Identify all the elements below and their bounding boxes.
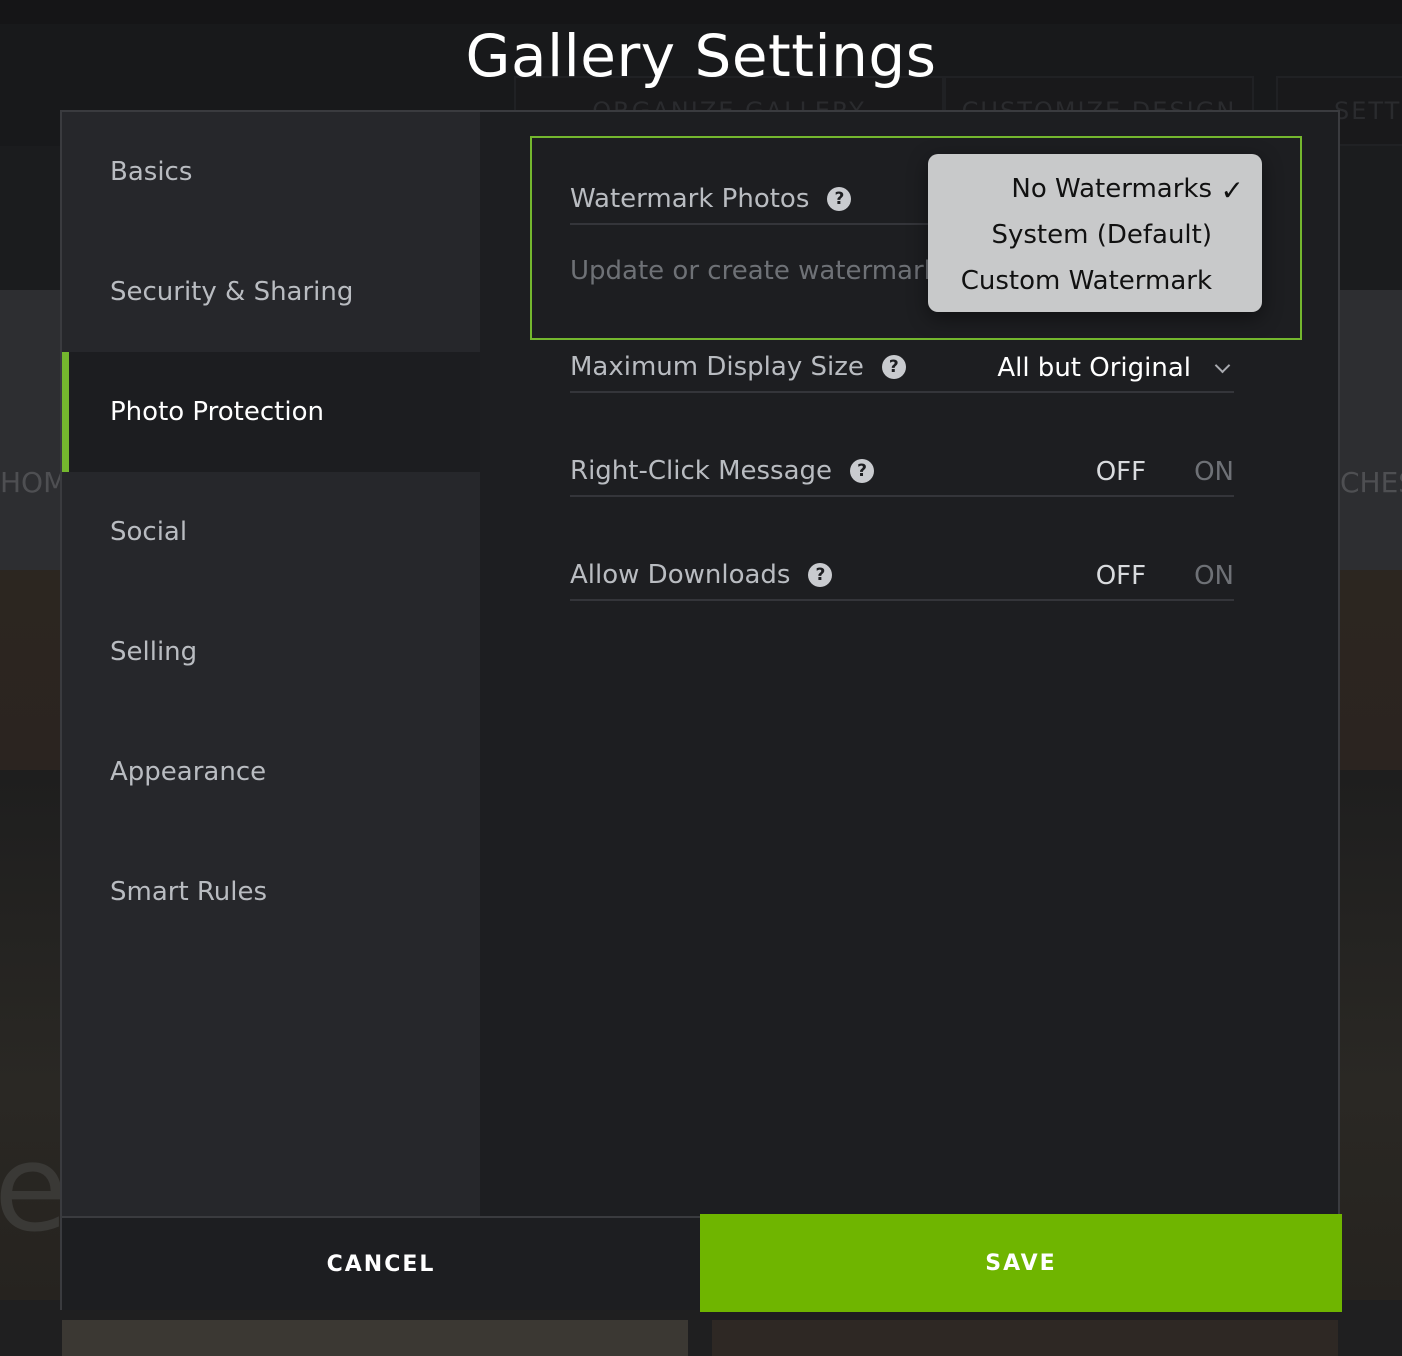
- display-size-select[interactable]: All but Original: [997, 343, 1234, 393]
- sidebar-item-label: Basics: [110, 157, 193, 187]
- toggle-off-option[interactable]: OFF: [1096, 457, 1146, 487]
- toggle-on-option[interactable]: ON: [1194, 561, 1234, 591]
- display-size-row: Maximum Display Size ? All but Original: [570, 343, 1234, 393]
- sidebar-item-social[interactable]: Social: [62, 472, 480, 592]
- save-button[interactable]: SAVE: [700, 1214, 1342, 1312]
- chevron-down-icon: [1214, 357, 1231, 373]
- bg-thumbnail: [62, 1320, 688, 1356]
- sidebar-item-photo-protection[interactable]: Photo Protection: [62, 352, 480, 472]
- modal-footer: CANCEL SAVE: [62, 1214, 1342, 1312]
- sidebar-item-label: Selling: [110, 637, 198, 667]
- downloads-label: Allow Downloads: [570, 560, 791, 590]
- sidebar-item-security-sharing[interactable]: Security & Sharing: [62, 232, 480, 352]
- bg-top-bar: [0, 0, 1402, 24]
- watermark-label: Watermark Photos: [570, 184, 810, 214]
- gallery-settings-modal: Basics Security & Sharing Photo Protecti…: [60, 110, 1342, 1312]
- dropdown-option-custom-watermark[interactable]: Custom Watermark: [928, 258, 1262, 304]
- cancel-button[interactable]: CANCEL: [62, 1216, 700, 1310]
- dropdown-option-system-default[interactable]: System (Default): [928, 212, 1262, 258]
- sidebar-item-label: Appearance: [110, 757, 267, 787]
- sidebar-item-label: Smart Rules: [110, 877, 268, 907]
- dropdown-option-label: No Watermarks: [1011, 174, 1212, 204]
- dropdown-option-no-watermarks[interactable]: No Watermarks ✓: [928, 166, 1262, 212]
- bg-side-text-left: HOM: [0, 466, 68, 499]
- bg-side-text-right: CHES: [1340, 466, 1402, 499]
- bg-big-text: e: [0, 1120, 68, 1259]
- watermark-sub-text[interactable]: Update or create watermark: [570, 256, 939, 286]
- display-size-label: Maximum Display Size: [570, 352, 864, 382]
- sidebar-item-selling[interactable]: Selling: [62, 592, 480, 712]
- sidebar-item-basics[interactable]: Basics: [62, 112, 480, 232]
- dropdown-option-label: System (Default): [991, 220, 1212, 250]
- help-icon[interactable]: ?: [881, 355, 906, 379]
- bg-thumbnail: [712, 1320, 1338, 1356]
- help-icon[interactable]: ?: [808, 563, 833, 587]
- sidebar-item-label: Photo Protection: [110, 397, 324, 427]
- watermark-dropdown-menu: No Watermarks ✓ System (Default) Custom …: [928, 154, 1262, 312]
- downloads-toggle: OFF ON: [1096, 551, 1234, 601]
- help-icon[interactable]: ?: [827, 187, 852, 211]
- right-click-toggle: OFF ON: [1096, 447, 1234, 497]
- checkmark-icon: ✓: [1220, 174, 1244, 207]
- help-icon[interactable]: ?: [850, 459, 875, 483]
- settings-sidebar: Basics Security & Sharing Photo Protecti…: [62, 112, 480, 1216]
- display-size-value: All but Original: [997, 353, 1191, 383]
- right-click-row: Right-Click Message ? OFF ON: [570, 447, 1234, 497]
- sidebar-item-smart-rules[interactable]: Smart Rules: [62, 832, 480, 952]
- downloads-row: Allow Downloads ? OFF ON: [570, 551, 1234, 601]
- modal-title: Gallery Settings: [465, 22, 937, 90]
- sidebar-item-label: Social: [110, 517, 188, 547]
- sidebar-item-appearance[interactable]: Appearance: [62, 712, 480, 832]
- sidebar-item-label: Security & Sharing: [110, 277, 354, 307]
- right-click-label: Right-Click Message: [570, 456, 833, 486]
- settings-content: Watermark Photos ? Update or create wate…: [480, 112, 1340, 1216]
- dropdown-option-label: Custom Watermark: [960, 266, 1212, 296]
- toggle-off-option[interactable]: OFF: [1096, 561, 1146, 591]
- toggle-on-option[interactable]: ON: [1194, 457, 1234, 487]
